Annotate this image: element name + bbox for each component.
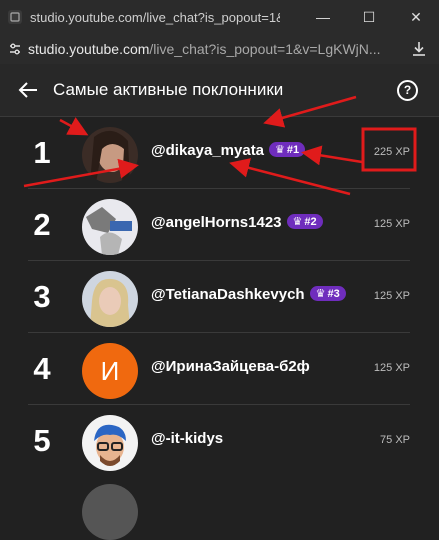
rank-number: 4 xyxy=(33,351,51,386)
rank-number: 3 xyxy=(33,279,51,314)
fan-handle: @-it-kidys xyxy=(151,430,224,447)
rank-badge-label: #2 xyxy=(304,215,317,228)
avatar[interactable]: И xyxy=(82,343,138,399)
xp-value: 125 XP xyxy=(373,362,410,374)
window-title: studio.youtube.com/live_chat?is_popout=1… xyxy=(30,9,280,25)
xp-value: 75 XP xyxy=(380,434,410,446)
url-path: /live_chat?is_popout=1&v=LgKWjN... xyxy=(149,41,381,57)
avatar-partial xyxy=(82,484,138,540)
rank-number: 2 xyxy=(33,207,51,242)
site-icon xyxy=(8,10,22,24)
fan-name[interactable]: @ИринаЗайцева-б2ф xyxy=(151,358,310,375)
avatar-letter: И xyxy=(100,355,120,386)
fan-handle: @ИринаЗайцева-б2ф xyxy=(151,358,310,375)
fan-handle: @TetianaDashkevych xyxy=(151,286,305,303)
rank-badge-label: #1 xyxy=(286,143,300,156)
crown-icon: ♛ xyxy=(292,216,303,228)
xp-value: 125 XP xyxy=(373,218,410,230)
fan-row-2[interactable]: 2 @angelHorns1423 ♛ #2 125 XP xyxy=(0,189,439,261)
address-bar[interactable]: studio.youtube.com/live_chat?is_popout=1… xyxy=(0,34,439,65)
rank-number: 5 xyxy=(33,423,51,458)
avatar[interactable] xyxy=(82,415,138,471)
avatar[interactable] xyxy=(82,199,138,255)
fan-row-1[interactable]: 1 @dikaya_myata ♛ #1 225 XP xyxy=(0,117,439,189)
close-button[interactable]: ✕ xyxy=(393,0,439,34)
fan-row-5[interactable]: 5 @-it-kidys 75 XP xyxy=(0,405,439,477)
fan-row-3[interactable]: 3 @TetianaDashkevych ♛ #3 125 XP xyxy=(0,261,439,333)
fan-name[interactable]: @-it-kidys xyxy=(151,430,223,447)
minimize-button[interactable]: — xyxy=(300,0,346,34)
url-host: studio.youtube.com xyxy=(28,41,150,57)
help-icon[interactable]: ? xyxy=(397,79,418,101)
fan-row-4[interactable]: 4 И @ИринаЗайцева-б2ф 125 XP xyxy=(0,333,439,405)
xp-value: 125 XP xyxy=(373,290,410,302)
crown-icon: ♛ xyxy=(315,288,326,300)
avatar[interactable] xyxy=(82,271,138,327)
avatar[interactable] xyxy=(82,127,138,183)
crown-icon: ♛ xyxy=(275,144,285,156)
rank-badge-label: #3 xyxy=(327,287,340,300)
rank-badge: ♛ #1 xyxy=(269,142,306,157)
window-titlebar: studio.youtube.com/live_chat?is_popout=1… xyxy=(0,0,439,34)
download-icon[interactable] xyxy=(411,41,427,62)
site-settings-icon[interactable] xyxy=(8,42,22,56)
back-arrow-icon[interactable] xyxy=(18,80,38,105)
fan-name[interactable]: @TetianaDashkevych ♛ #3 xyxy=(151,286,346,303)
xp-value: 225 XP xyxy=(373,146,410,158)
page-title: Самые активные поклонники xyxy=(53,80,284,99)
leaderboard-header: Самые активные поклонники ? xyxy=(0,64,439,117)
fan-name[interactable]: @dikaya_myata ♛ #1 xyxy=(151,142,306,159)
rank-number: 1 xyxy=(33,135,51,170)
fan-handle: @angelHorns1423 xyxy=(151,214,282,231)
maximize-button[interactable]: ☐ xyxy=(346,0,392,34)
rank-badge: ♛ #3 xyxy=(309,286,346,301)
fan-handle: @dikaya_myata xyxy=(151,142,265,159)
rank-badge: ♛ #2 xyxy=(286,214,323,229)
url-text[interactable]: studio.youtube.com/live_chat?is_popout=1… xyxy=(28,41,386,57)
fan-name[interactable]: @angelHorns1423 ♛ #2 xyxy=(151,214,323,231)
